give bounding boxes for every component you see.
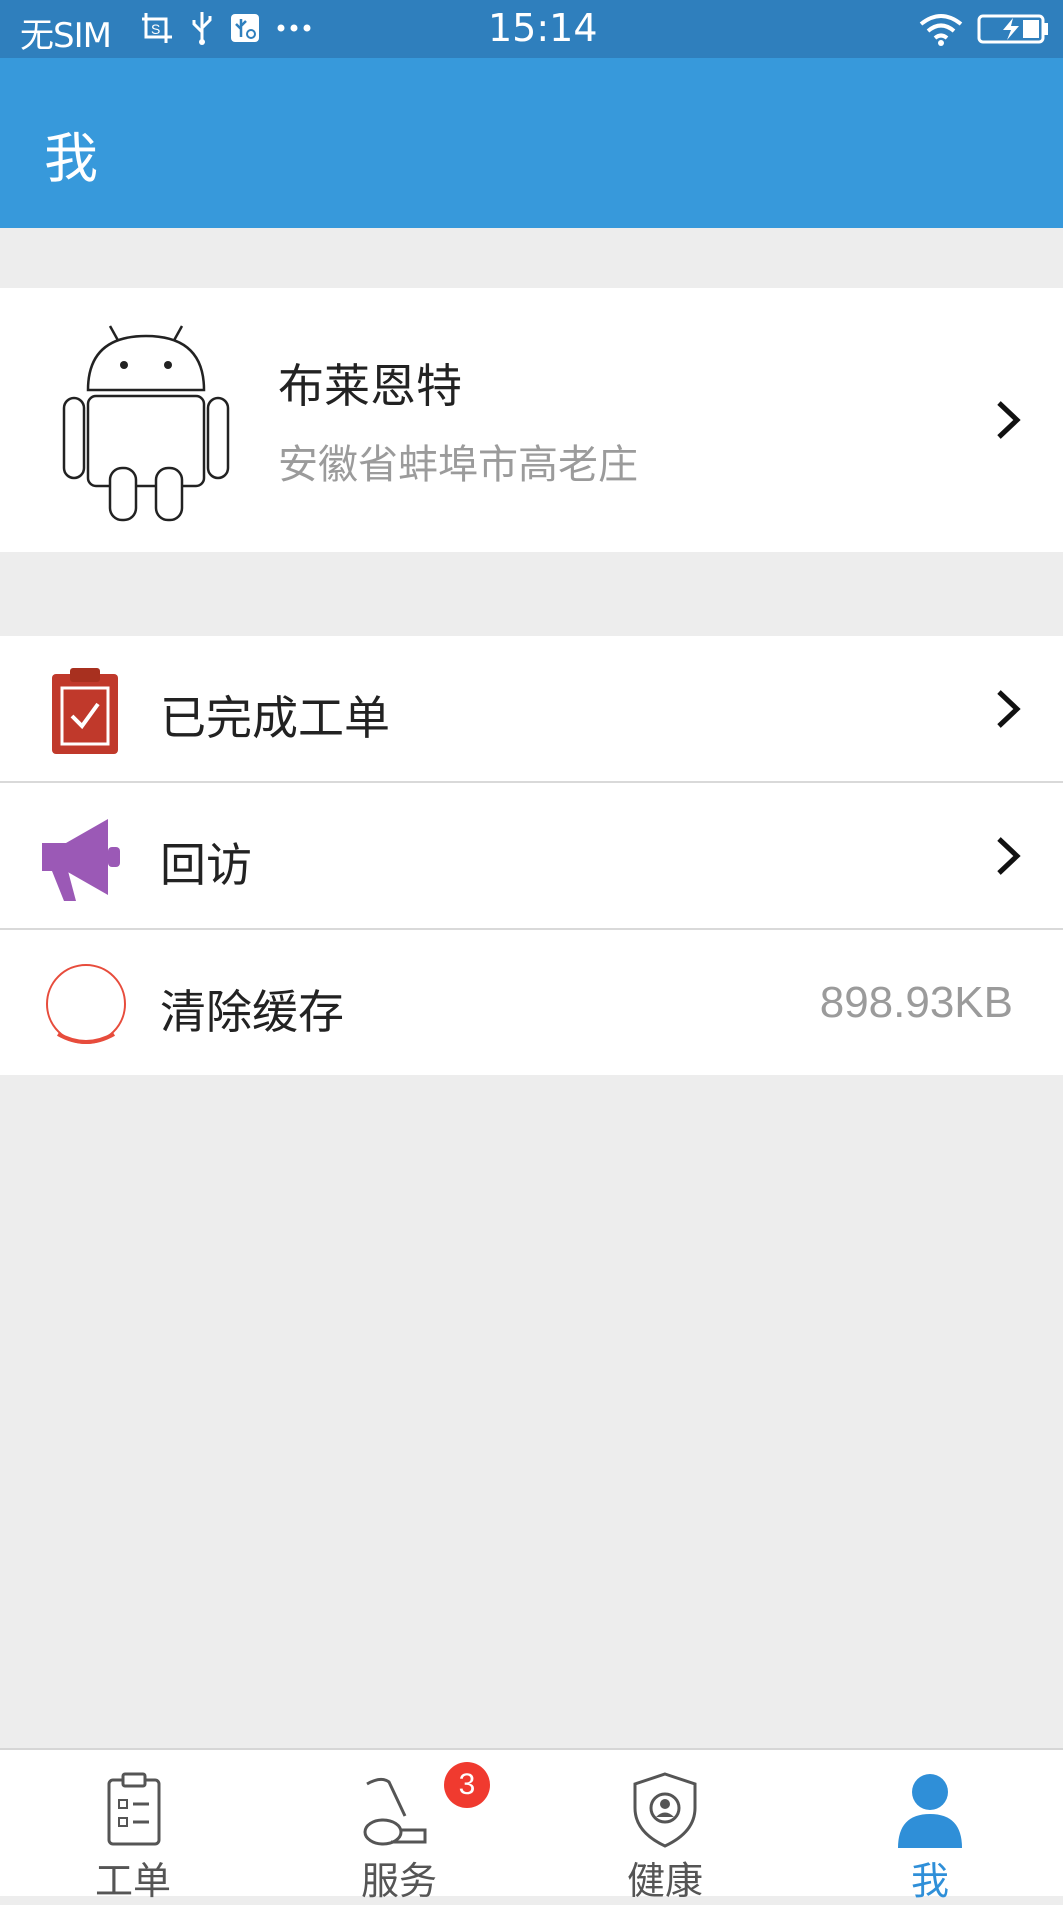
menu-item-label: 回访 bbox=[160, 838, 252, 892]
shield-user-icon bbox=[633, 1772, 697, 1848]
battery-charging-icon bbox=[977, 14, 1048, 44]
screenshot-icon: S bbox=[142, 13, 172, 43]
status-bar: 无SIM S 15:14 bbox=[0, 0, 1063, 58]
svg-text:S: S bbox=[151, 21, 160, 37]
chevron-right-icon bbox=[997, 837, 1021, 875]
profile-card[interactable]: 布莱恩特 安徽省蚌埠市高老庄 bbox=[0, 288, 1063, 552]
android-robot-icon bbox=[62, 325, 230, 522]
menu-item-label: 清除缓存 bbox=[160, 985, 344, 1039]
chevron-right-icon bbox=[997, 690, 1021, 728]
tab-label: 我 bbox=[910, 1859, 949, 1903]
bottom-tab-bar: 工单 3 服务 健康 我 bbox=[0, 1748, 1063, 1903]
notification-badge: 3 bbox=[444, 1762, 490, 1808]
circle-icon bbox=[46, 964, 126, 1044]
app-bar: 我 bbox=[0, 58, 1063, 228]
menu-item-label: 已完成工单 bbox=[160, 691, 390, 745]
menu-item-completed-orders[interactable]: 已完成工单 bbox=[0, 636, 1063, 783]
tab-work-orders[interactable]: 工单 bbox=[0, 1750, 266, 1903]
clipboard-list-icon bbox=[107, 1772, 161, 1846]
tab-me[interactable]: 我 bbox=[797, 1750, 1063, 1903]
usb-debug-icon bbox=[231, 14, 259, 42]
clock: 15:14 bbox=[488, 6, 598, 50]
clipboard-check-icon bbox=[52, 668, 118, 754]
tab-label: 服务 bbox=[360, 1859, 437, 1903]
cache-size: 898.93KB bbox=[819, 978, 1013, 1027]
status-icons-left: S bbox=[140, 6, 312, 50]
usb-icon bbox=[192, 12, 212, 45]
megaphone-icon bbox=[42, 819, 120, 901]
chevron-right-icon bbox=[997, 401, 1021, 439]
profile-name: 布莱恩特 bbox=[278, 359, 462, 413]
carrier-label: 无SIM bbox=[20, 16, 112, 56]
menu-item-clear-cache[interactable]: 清除缓存 898.93KB bbox=[0, 930, 1063, 1075]
user-icon bbox=[898, 1774, 962, 1848]
menu-item-follow-up[interactable]: 回访 bbox=[0, 783, 1063, 930]
profile-address: 安徽省蚌埠市高老庄 bbox=[278, 442, 638, 488]
more-dots-icon bbox=[277, 24, 311, 32]
tab-label: 健康 bbox=[626, 1859, 703, 1903]
wifi-icon bbox=[919, 14, 963, 46]
vacuum-cleaner-icon bbox=[363, 1777, 427, 1846]
tab-label: 工单 bbox=[94, 1859, 171, 1903]
tab-health[interactable]: 健康 bbox=[532, 1750, 798, 1903]
status-icons-right bbox=[917, 8, 1049, 50]
page-title: 我 bbox=[44, 127, 98, 190]
tab-services[interactable]: 3 服务 bbox=[266, 1750, 532, 1903]
menu-list: 已完成工单 回访 清除缓存 898.93KB bbox=[0, 636, 1063, 1075]
